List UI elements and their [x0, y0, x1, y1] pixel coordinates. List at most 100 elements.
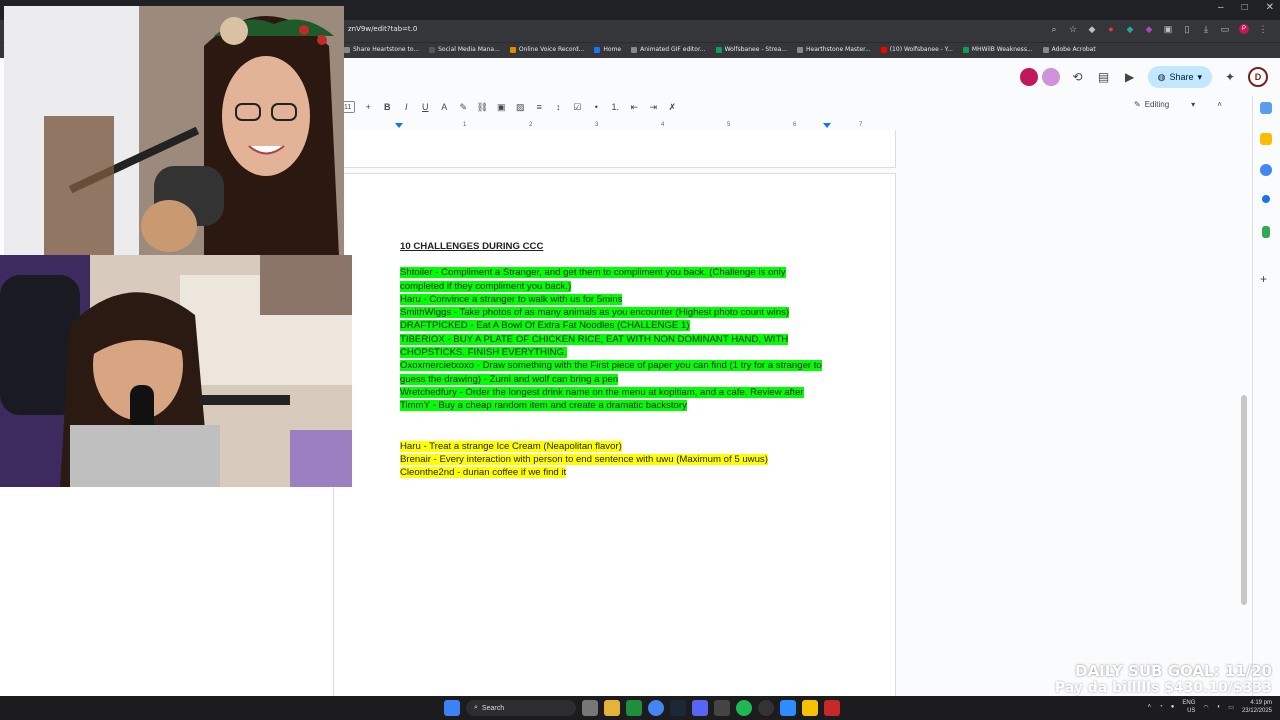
bookmark-item[interactable]: Social Media Mana... [429, 46, 500, 53]
close-icon[interactable]: ✕ [1266, 2, 1274, 13]
clear-format-icon[interactable]: ✗ [666, 102, 678, 113]
comment-icon[interactable]: ▣ [495, 102, 507, 113]
bookmark-item[interactable]: Share Heartstone to... [344, 46, 419, 53]
zoom-icon[interactable]: ⌕ [1049, 24, 1059, 34]
network-icon[interactable]: ◔ [1159, 704, 1163, 710]
contacts-icon[interactable] [1262, 195, 1270, 203]
maximize-icon[interactable]: □ [1242, 2, 1248, 13]
profile-icon[interactable]: P [1239, 24, 1249, 34]
clock[interactable]: 4:19 pm 23/12/2025 [1242, 699, 1272, 715]
share-button[interactable]: ◍ Share ▾ [1147, 66, 1212, 88]
bookmark-item[interactable]: Online Voice Record... [509, 46, 584, 53]
challenge-line[interactable]: CHOPSTICKS. FINISH EVERYTHING. [400, 346, 840, 359]
challenge-line[interactable]: Haru - Treat a strange Ice Cream (Neapol… [400, 440, 840, 453]
align-icon[interactable]: ≡ [533, 102, 545, 112]
challenge-line[interactable]: Haru - Convince a stranger to walk with … [400, 293, 840, 306]
bold-icon[interactable]: B [381, 102, 393, 112]
bookmark-item[interactable]: MHWilB Weakness... [962, 46, 1033, 53]
bookmark-item[interactable]: Wolfsbanee - Strea... [715, 46, 787, 53]
menu-icon[interactable]: ⋮ [1258, 24, 1268, 34]
challenge-line[interactable]: Wretchedfury - Order the longest drink n… [400, 386, 840, 399]
star-icon[interactable]: ☆ [1068, 24, 1078, 34]
numbered-list-icon[interactable]: 1. [609, 102, 621, 112]
underline-icon[interactable]: U [419, 102, 431, 112]
volume-icon[interactable]: ◖ [1217, 704, 1221, 710]
acrobat-icon[interactable] [824, 700, 840, 716]
steam-icon[interactable] [670, 700, 686, 716]
task-view-icon[interactable] [582, 700, 598, 716]
left-indent-marker[interactable] [395, 123, 403, 128]
image-icon[interactable]: ▨ [514, 102, 526, 113]
app-icon[interactable] [758, 700, 774, 716]
download-icon[interactable]: ⤓ [1201, 24, 1211, 34]
discord-icon[interactable] [692, 700, 708, 716]
file-explorer-icon[interactable] [604, 700, 620, 716]
language-indicator[interactable]: ENG US [1182, 699, 1195, 715]
notes-icon[interactable] [802, 700, 818, 716]
sidepanel-icon[interactable]: ▯ [1182, 24, 1192, 34]
battery-icon[interactable]: ▭ [1228, 704, 1234, 711]
bookmark-item[interactable]: Hearthstone Master... [797, 46, 871, 53]
chevron-up-icon[interactable]: ˄ [1217, 100, 1222, 109]
extensions-puzzle-icon[interactable]: ▣ [1163, 24, 1173, 34]
scrollbar-thumb[interactable] [1241, 395, 1247, 605]
checklist-icon[interactable]: ☑ [571, 102, 583, 113]
document-body[interactable]: 10 CHALLENGES DURING CCC Shtoiler - Comp… [400, 240, 840, 479]
minimize-icon[interactable]: – [1218, 2, 1224, 13]
increase-indent-icon[interactable]: ⇥ [647, 102, 659, 113]
challenge-line[interactable]: Oxoxmercietxoxo - Draw something with th… [400, 359, 840, 372]
chrome-icon[interactable] [648, 700, 664, 716]
challenge-line[interactable]: DRAFTPICKED - Eat A Bowl Of Extra Fat No… [400, 319, 840, 332]
meet-icon[interactable]: ▶ [1122, 69, 1138, 85]
bullet-list-icon[interactable]: • [590, 102, 602, 112]
challenge-line[interactable]: completed if they compliment you back.) [400, 280, 840, 293]
zoom-app-icon[interactable] [780, 700, 796, 716]
challenge-line[interactable]: guess the drawing) - Zumi and wolf can b… [400, 373, 840, 386]
challenge-line[interactable]: TIBERIOX - BUY A PLATE OF CHICKEN RICE, … [400, 333, 840, 346]
add-addon-icon[interactable]: + [1260, 272, 1267, 286]
keep-icon[interactable] [1260, 133, 1272, 145]
bookmark-item[interactable]: Adobe Acrobat [1042, 46, 1096, 53]
challenge-line[interactable]: SmithWiggs - Take photos of as many anim… [400, 306, 840, 319]
start-icon[interactable] [444, 700, 460, 716]
text-color-icon[interactable]: A [438, 102, 450, 112]
spotify-icon[interactable] [736, 700, 752, 716]
editing-mode-button[interactable]: ✎ Editing ▾ ˄ [1134, 100, 1222, 109]
history-icon[interactable]: ⟲ [1070, 69, 1086, 85]
url-field[interactable]: znV9w/edit?tab=t.0 [348, 25, 417, 33]
challenge-line[interactable]: Brenair - Every interaction with person … [400, 453, 840, 466]
italic-icon[interactable]: I [400, 102, 412, 112]
decrease-indent-icon[interactable]: ⇤ [628, 102, 640, 113]
comments-icon[interactable]: ▤ [1096, 69, 1112, 85]
extension-icon[interactable]: ◆ [1125, 24, 1135, 34]
calendar-icon[interactable] [1260, 102, 1272, 114]
maps-icon[interactable] [1262, 226, 1270, 238]
challenge-line[interactable]: Shtoiler - Compliment a Stranger, and ge… [400, 266, 840, 279]
gemini-icon[interactable]: ✦ [1222, 69, 1238, 85]
challenge-line[interactable]: TimmY - Buy a cheap random item and crea… [400, 399, 840, 412]
wifi-icon[interactable]: ◠ [1203, 704, 1208, 711]
excel-icon[interactable] [626, 700, 642, 716]
link-icon[interactable]: ⛓ [476, 102, 488, 113]
collaborator-avatar[interactable] [1019, 68, 1038, 86]
challenge-line[interactable]: Cleonthe2nd - durian coffee if we find i… [400, 466, 840, 479]
chevron-up-icon[interactable]: ˄ [1148, 704, 1152, 710]
taskbar-search[interactable]: ⌕ Search [466, 700, 576, 716]
highlight-icon[interactable]: ✎ [457, 102, 469, 113]
right-indent-marker[interactable] [823, 123, 831, 128]
bookmark-item[interactable]: (10) Wolfsbanee - Y... [880, 46, 953, 53]
sidebar-icon[interactable]: ▭ [1220, 24, 1230, 34]
account-avatar[interactable]: D [1248, 67, 1268, 87]
extension-icon[interactable]: ◆ [1087, 24, 1097, 34]
bookmark-item[interactable]: Home [594, 46, 621, 53]
extension-icon[interactable]: ● [1106, 24, 1116, 34]
tasks-icon[interactable] [1260, 164, 1272, 176]
bookmark-item[interactable]: Animated GIF editor... [631, 46, 706, 53]
mic-icon[interactable]: ● [1171, 704, 1175, 710]
collaborator-avatar[interactable] [1041, 68, 1060, 86]
line-spacing-icon[interactable]: ↕ [552, 102, 564, 112]
document-page[interactable]: 10 CHALLENGES DURING CCC Shtoiler - Comp… [333, 173, 896, 703]
increase-font-icon[interactable]: + [362, 102, 374, 112]
obs-icon[interactable] [714, 700, 730, 716]
extension-icon[interactable]: ◆ [1144, 24, 1154, 34]
